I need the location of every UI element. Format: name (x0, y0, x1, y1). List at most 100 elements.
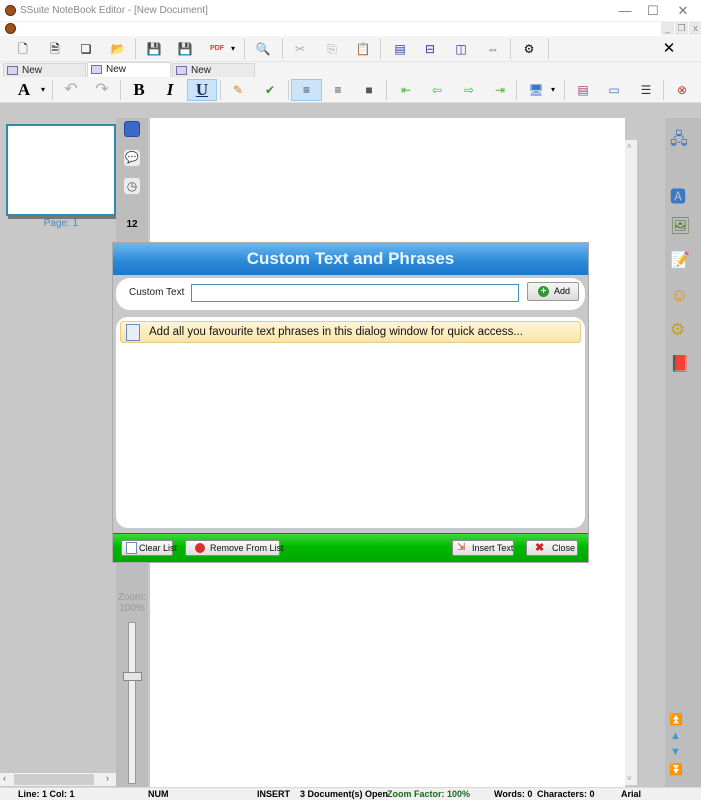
info-text: Add all you favourite text phrases in th… (149, 326, 523, 338)
bold-button[interactable]: B (129, 81, 149, 99)
num-lock-status: NUM (148, 789, 169, 799)
line-col-status: Line: 1 Col: 1 (18, 789, 75, 799)
save-as-icon[interactable]: 💾 (175, 40, 195, 58)
align-left-button[interactable]: ≡ (291, 79, 322, 101)
separator (516, 80, 517, 100)
cascade-windows-icon[interactable]: ▤ (390, 40, 410, 58)
document-tabs: New Document New Document New Document (0, 62, 701, 89)
italic-button[interactable]: I (160, 81, 180, 99)
close-view-icon[interactable]: ⊗ (672, 81, 692, 99)
scroll-up-icon[interactable]: ˄ (627, 142, 632, 151)
page-thumbnail[interactable] (6, 124, 116, 216)
edit-text-icon[interactable]: ✎ (228, 81, 248, 99)
settings-gear-icon[interactable]: ⚙ (670, 320, 692, 342)
tile-vertical-icon[interactable]: ◫ (451, 40, 471, 58)
bullet-list-icon[interactable]: ☰ (636, 81, 656, 99)
new-document-icon[interactable]: 🗋 (13, 40, 33, 58)
main-toolbar: 🗋 🗎 ❏ 📂 💾 💾 PDF ▾ 🔍 ✂ ⎘ 📋 ▤ ⊟ ◫ ⇔ ⚙ ✕ (0, 36, 701, 62)
add-button[interactable]: + Add (527, 282, 579, 301)
print-preview-icon[interactable]: 🔍 (253, 40, 273, 58)
mdi-close-button[interactable]: x (689, 22, 701, 35)
copy-icon[interactable]: ⎘ (322, 40, 342, 58)
paste-icon[interactable]: 📋 (353, 40, 373, 58)
system-menu-icon[interactable] (5, 23, 16, 34)
remove-from-list-button[interactable]: Remove From List (185, 540, 284, 556)
justify-button[interactable]: ■ (359, 81, 379, 99)
scroll-right-icon[interactable]: › (106, 773, 109, 783)
open-folder-icon[interactable]: 📂 (108, 40, 128, 58)
document-view-icon[interactable] (124, 121, 140, 137)
insert-text-icon: ⇲ (457, 542, 466, 553)
clock-icon[interactable]: ◷ (124, 178, 140, 194)
tab-document-2[interactable]: New Document (87, 62, 171, 88)
new-template-icon[interactable]: 🗎 (45, 40, 65, 58)
custom-text-dialog: Custom Text and Phrases Custom Text + Add… (112, 242, 589, 563)
view-dropdown-icon[interactable]: ▾ (548, 81, 558, 99)
document-icon (7, 66, 18, 75)
tab-document-1[interactable]: New Document (3, 63, 86, 89)
align-center-button[interactable]: ≡ (328, 81, 348, 99)
decrease-indent-icon[interactable]: ⇦ (427, 81, 447, 99)
format-toolbar: A ▾ ↶ ↷ B I U ✎ ✔ ≡ ≡ ■ ⇤ ⇦ ⇨ ⇥ 🖥 ▾ ▤ ▭ … (0, 77, 701, 103)
thumbnail-horizontal-scrollbar[interactable]: ‹ › (0, 773, 116, 786)
menu-bar (0, 22, 701, 36)
multi-screen-icon[interactable]: 🖧 (670, 128, 692, 150)
blank-page-icon (126, 542, 137, 554)
indent-right-icon[interactable]: ⇥ (490, 81, 510, 99)
close-document-icon[interactable]: ✕ (659, 40, 679, 58)
separator (52, 80, 53, 100)
dialog-title: Custom Text and Phrases (113, 243, 588, 275)
phrases-list[interactable]: Add all you favourite text phrases in th… (116, 317, 585, 528)
close-window-button[interactable]: ✕ (668, 2, 698, 20)
dictionary-book-icon[interactable]: 📕 (670, 354, 692, 376)
minimize-button[interactable]: — (610, 2, 640, 20)
arrange-icon[interactable]: ⇔ (483, 40, 503, 58)
pdf-dropdown-arrow-icon[interactable]: ▾ (228, 40, 238, 58)
clear-list-button[interactable]: Clear List (121, 540, 177, 556)
mdi-minimize-button[interactable]: _ (661, 22, 674, 35)
insert-wordart-icon[interactable]: 🅰 (670, 183, 692, 206)
zoom-slider-handle[interactable] (123, 672, 142, 681)
outdent-left-icon[interactable]: ⇤ (396, 81, 416, 99)
edit-notes-icon[interactable]: 📝 (670, 250, 692, 272)
font-size-value: 12 (126, 219, 138, 230)
separator (288, 80, 289, 100)
maximize-button[interactable]: ☐ (638, 2, 668, 20)
clear-list-label: Clear List (139, 543, 178, 553)
tile-horizontal-icon[interactable]: ⊟ (420, 40, 440, 58)
document-icon (176, 66, 187, 75)
comments-icon[interactable]: 💬 (124, 150, 140, 166)
scroll-left-icon[interactable]: ‹ (3, 773, 6, 783)
undo-icon[interactable]: ↶ (61, 81, 81, 99)
cut-icon[interactable]: ✂ (290, 40, 310, 58)
close-button[interactable]: ✖ Close (526, 540, 578, 556)
font-color-dropdown-icon[interactable]: ▾ (38, 81, 48, 99)
spell-check-icon[interactable]: ✔ (260, 81, 280, 99)
increase-indent-icon[interactable]: ⇨ (459, 81, 479, 99)
insert-textbox-icon[interactable]: ▭ (604, 81, 624, 99)
zoom-slider[interactable] (128, 622, 136, 784)
title-bar: SSuite NoteBook Editor - [New Document] … (0, 0, 701, 22)
tab-document-3[interactable]: New Document (172, 63, 255, 89)
copy-document-icon[interactable]: ❏ (76, 40, 96, 58)
scrollbar-thumb[interactable] (14, 774, 94, 785)
insert-picture-icon[interactable]: 🖼 (670, 216, 692, 238)
mdi-restore-button[interactable]: ❐ (675, 22, 688, 35)
window-title: SSuite NoteBook Editor - [New Document] (20, 5, 208, 16)
options-icon[interactable]: ⚙ (519, 40, 539, 58)
document-vertical-scrollbar[interactable]: ˄ ˅ (625, 140, 637, 785)
redo-icon[interactable]: ↷ (92, 81, 112, 99)
font-color-icon[interactable]: A (14, 81, 34, 99)
input-panel: Custom Text + Add (116, 278, 585, 310)
emoticons-icon[interactable]: ☺ (670, 285, 692, 307)
export-pdf-icon[interactable]: PDF (207, 40, 227, 58)
insert-layers-icon[interactable]: ▤ (573, 81, 593, 99)
underline-button[interactable]: U (187, 79, 217, 101)
custom-text-input[interactable] (191, 284, 519, 302)
save-icon[interactable]: 💾 (144, 40, 164, 58)
scroll-down-icon[interactable]: ˅ (627, 774, 632, 783)
insert-text-button[interactable]: ⇲ Insert Text (452, 540, 514, 556)
document-info-icon (126, 324, 140, 341)
last-page-icon[interactable]: ⏬ (669, 763, 691, 785)
screen-view-icon[interactable]: 🖥 (526, 81, 546, 99)
